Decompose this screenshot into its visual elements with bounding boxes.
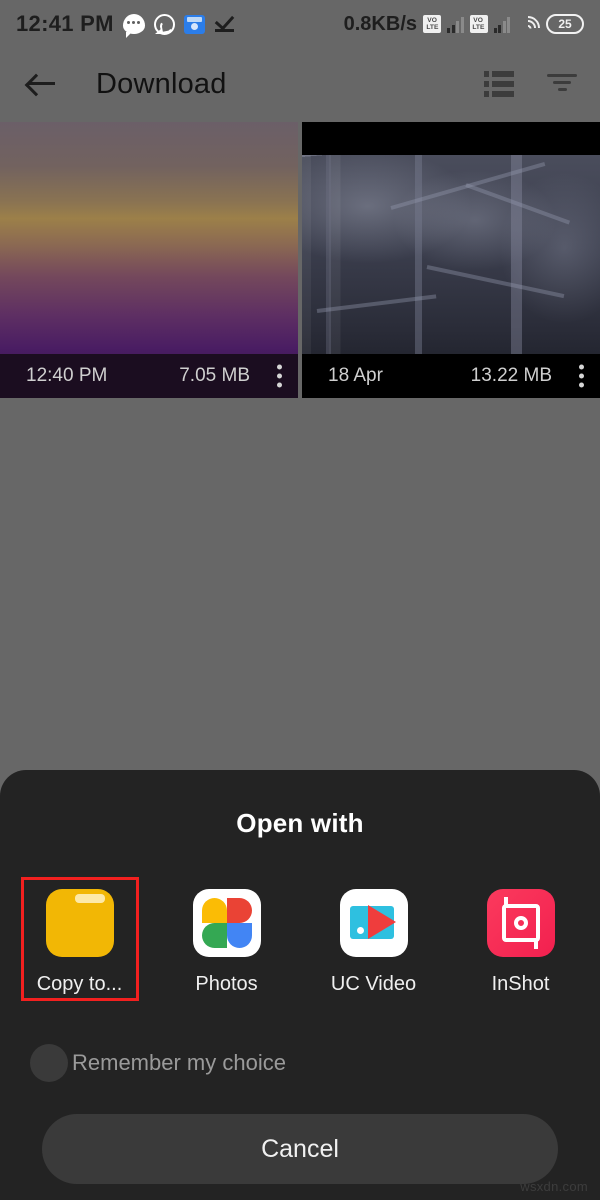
- google-photos-icon: [192, 889, 261, 957]
- app-option-uc-video[interactable]: UC Video: [300, 883, 447, 1000]
- app-bar-actions: [484, 71, 578, 97]
- app-option-photos[interactable]: Photos: [153, 883, 300, 1000]
- status-bar-right: 0.8KB/s VO LTE VO LTE 25: [343, 11, 584, 45]
- grid-item-forest[interactable]: 18 Apr 13.22 MB: [302, 122, 600, 398]
- grid-item-sunset[interactable]: 12:40 PM 7.05 MB: [0, 122, 298, 398]
- battery-icon: 25: [546, 14, 584, 34]
- whatsapp-icon: [153, 13, 175, 35]
- cancel-button[interactable]: Cancel: [42, 1114, 558, 1184]
- app-option-inshot[interactable]: InShot: [447, 883, 594, 1000]
- kebab-menu-icon[interactable]: [579, 364, 584, 388]
- list-view-icon[interactable]: [484, 71, 514, 97]
- volte-line-1-b: VO: [473, 17, 484, 24]
- back-arrow-icon[interactable]: [22, 64, 62, 104]
- app-option-label: Copy to...: [36, 973, 123, 995]
- battery-level-label: 25: [558, 17, 572, 31]
- app-option-label: UC Video: [330, 973, 417, 995]
- check-icon: [214, 14, 236, 34]
- grid-item-size: 13.22 MB: [470, 365, 552, 386]
- grid-item-time: 18 Apr: [328, 365, 383, 386]
- volte-line-1: VO: [427, 17, 437, 24]
- volte-line-2-b: LTE: [472, 24, 485, 31]
- blue-file-icon: [183, 14, 205, 34]
- remember-my-choice-row[interactable]: Remember my choice: [0, 1044, 600, 1082]
- filter-icon[interactable]: [546, 71, 578, 97]
- app-chooser-row: Copy to... Photos UC Video InShot: [0, 883, 600, 1000]
- remember-my-choice-label: Remember my choice: [72, 1050, 286, 1075]
- chat-bubble-icon: [122, 14, 145, 38]
- signal-bars-icon-2: [493, 16, 510, 33]
- grid-item-size: 7.05 MB: [179, 365, 250, 386]
- page-title: Download: [96, 67, 227, 100]
- app-option-copy-to[interactable]: Copy to...: [6, 883, 153, 1000]
- file-grid: 12:40 PM 7.05 MB 18 Apr 13.22 MB: [0, 122, 600, 398]
- grid-item-caption: 18 Apr 13.22 MB: [302, 354, 600, 398]
- sheet-title: Open with: [236, 808, 364, 838]
- status-clock: 12:41 PM: [16, 11, 114, 36]
- uc-video-icon: [339, 889, 408, 957]
- inshot-icon: [486, 889, 555, 957]
- grid-item-caption: 12:40 PM 7.05 MB: [0, 354, 298, 398]
- app-option-label: Photos: [195, 973, 258, 995]
- letterbox-top: [302, 122, 600, 155]
- wifi-icon: [511, 11, 545, 45]
- signal-bars-icon-1: [447, 16, 464, 33]
- folder-icon: [45, 889, 114, 957]
- network-speed-label: 0.8KB/s: [343, 12, 417, 35]
- phone-screen: 12:41 PM 0.8KB/s VO LTE VO LTE 25 Downlo…: [0, 0, 600, 1200]
- status-bar: 12:41 PM 0.8KB/s VO LTE VO LTE 25: [0, 0, 600, 48]
- open-with-bottom-sheet: Open with Copy to... Photos UC Video InS…: [0, 770, 600, 1200]
- app-bar: Download: [0, 48, 600, 120]
- watermark: wsxdn.com: [520, 1179, 588, 1194]
- volte-icon-1: VO LTE: [423, 15, 441, 33]
- volte-icon-2: VO LTE: [469, 15, 488, 33]
- grid-item-time: 12:40 PM: [26, 365, 108, 386]
- status-bar-left: 12:41 PM: [16, 11, 236, 38]
- kebab-menu-icon[interactable]: [277, 364, 282, 388]
- app-option-label: InShot: [491, 973, 550, 995]
- volte-line-2: LTE: [425, 24, 439, 31]
- remember-my-choice-checkbox[interactable]: [30, 1044, 68, 1082]
